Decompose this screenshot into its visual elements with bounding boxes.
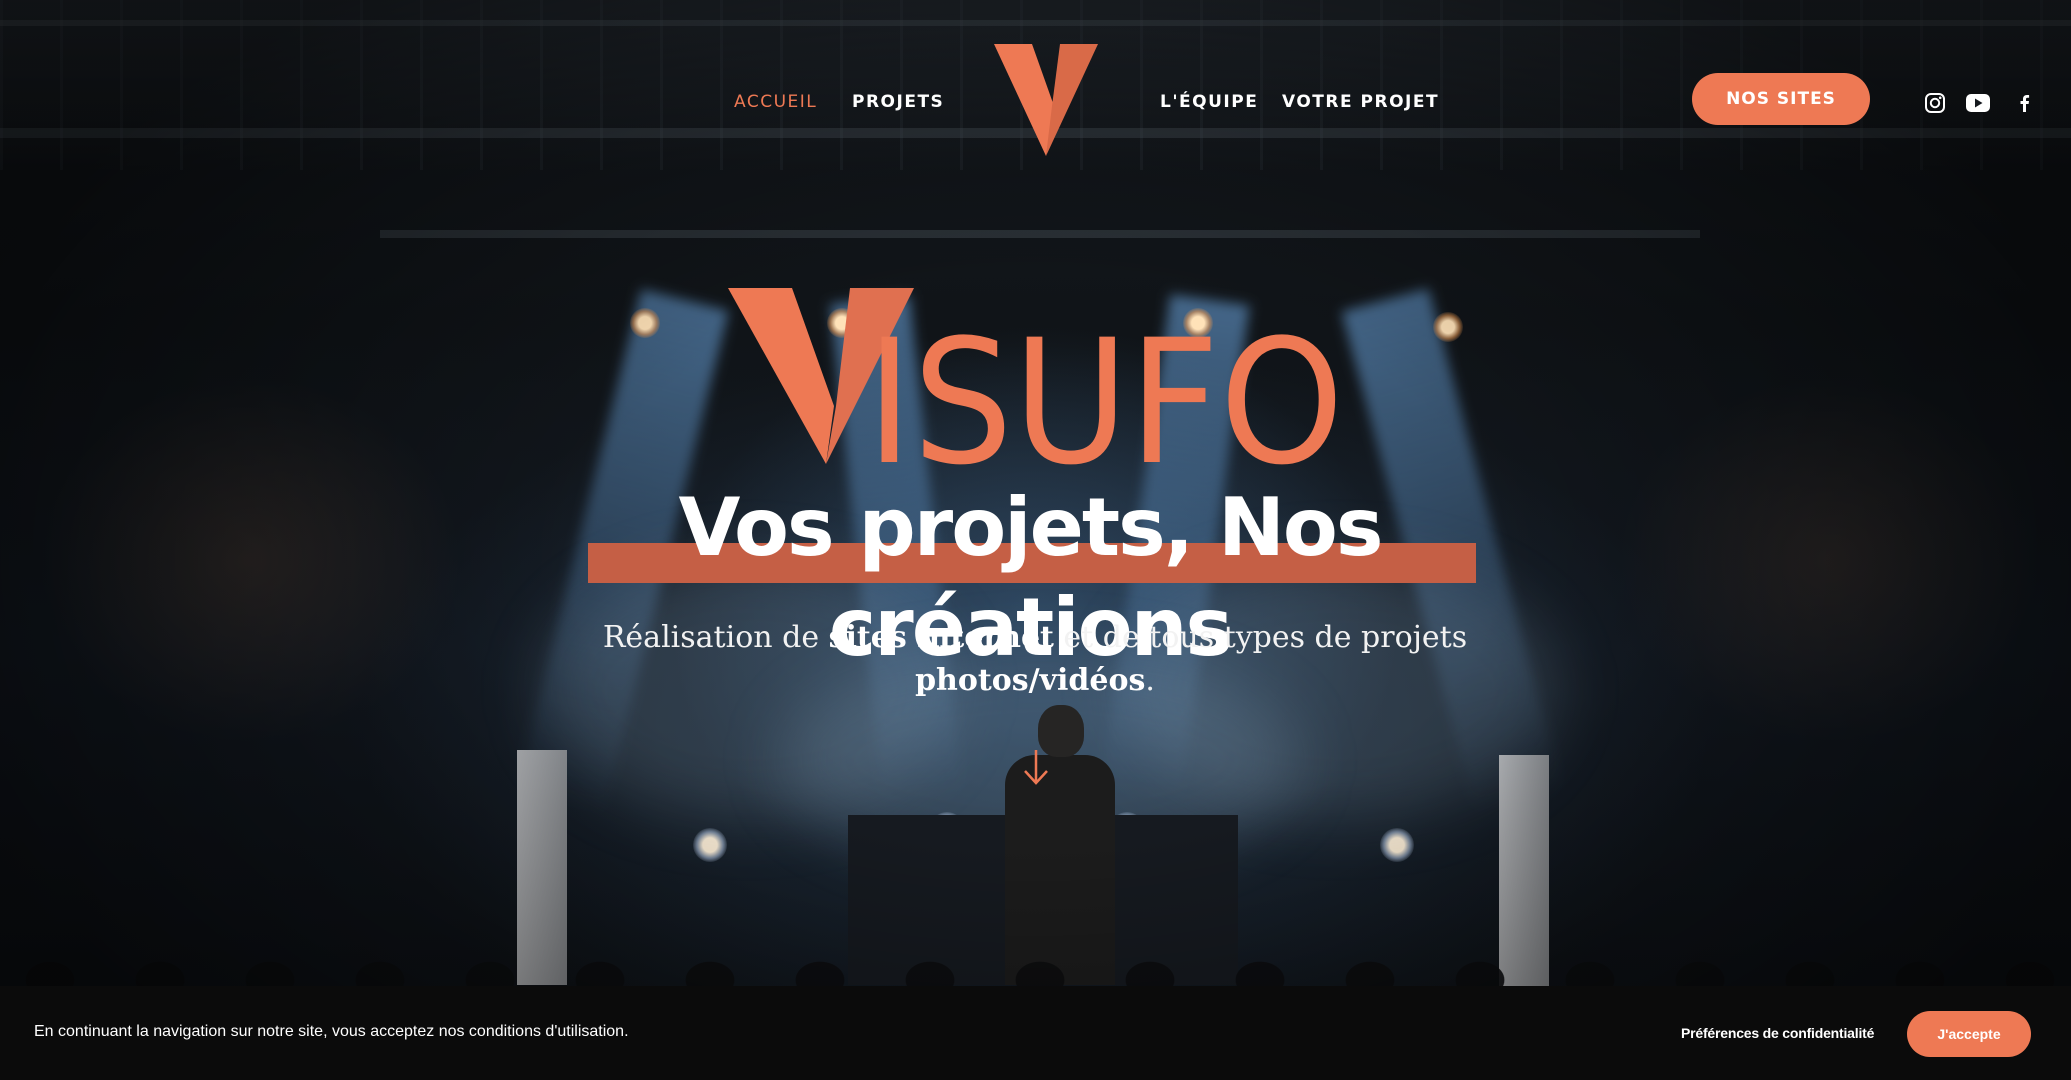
visufo-brand-logo: ISUFO	[728, 288, 1344, 478]
nav-item-votre-projet[interactable]: VOTRE PROJET	[1282, 92, 1439, 112]
facebook-icon[interactable]	[2010, 90, 2038, 116]
hero-subtitle: Réalisation de sites internet et de tous…	[590, 616, 1480, 702]
subtitle-text: .	[1145, 663, 1155, 698]
nav-item-equipe[interactable]: L'ÉQUIPE	[1160, 92, 1258, 112]
youtube-icon[interactable]	[1964, 90, 1992, 116]
cookie-message: En continuant la navigation sur notre si…	[34, 1023, 629, 1040]
nos-sites-button[interactable]: NOS SITES	[1692, 73, 1870, 125]
brand-wordmark: ISUFO	[866, 302, 1344, 478]
scroll-down-arrow-icon[interactable]	[1019, 748, 1053, 788]
accept-cookies-button[interactable]: J'accepte	[1907, 1011, 2031, 1057]
nav-item-projets[interactable]: PROJETS	[852, 92, 944, 112]
subtitle-bold-photos: photos/vidéos	[915, 663, 1146, 698]
nav-item-accueil[interactable]: ACCUEIL	[734, 92, 817, 112]
privacy-preferences-link[interactable]: Préférences de confidentialité	[1681, 1025, 1874, 1041]
brand-v-left	[728, 288, 834, 464]
subtitle-bold-sites: sites internet	[828, 620, 1054, 655]
subtitle-text: Réalisation de	[602, 620, 829, 655]
instagram-icon[interactable]	[1921, 90, 1949, 116]
visufo-logo-icon[interactable]	[994, 44, 1098, 156]
subtitle-text: et de tous types de projets	[1053, 620, 1468, 655]
